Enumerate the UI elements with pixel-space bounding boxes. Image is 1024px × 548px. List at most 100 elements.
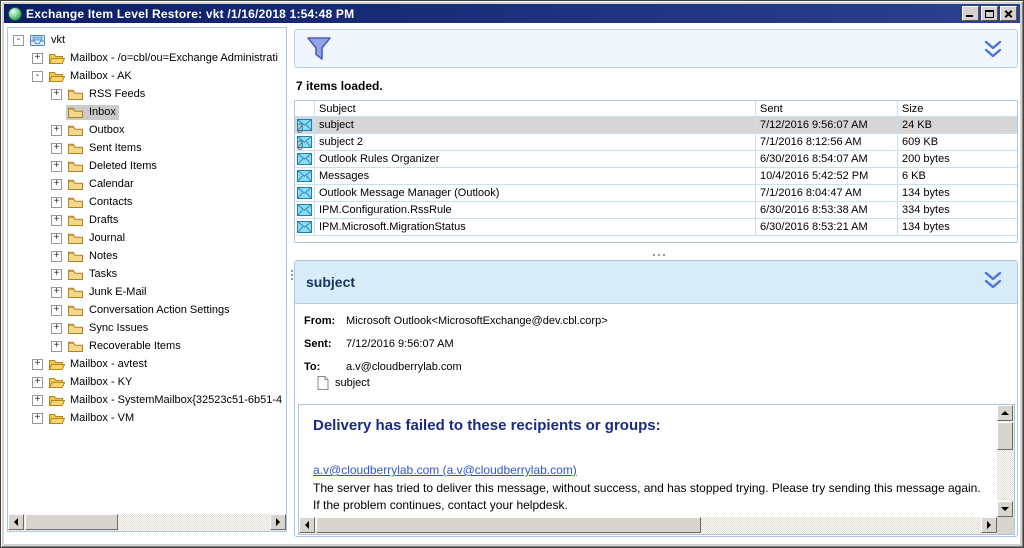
recipient-link[interactable]: a.v@cloudberrylab.com (a.v@cloudberrylab…	[313, 463, 577, 477]
tree-expander[interactable]: +	[51, 89, 62, 100]
attachment-row[interactable]: subject	[317, 376, 1017, 390]
tree-item[interactable]: + RSS Feeds	[8, 85, 286, 103]
close-button[interactable]	[1000, 6, 1017, 21]
item-size[interactable]: 134 bytes	[898, 219, 1017, 235]
tree-item[interactable]: - vkt	[8, 31, 286, 49]
tree-item[interactable]: + Tasks	[8, 265, 286, 283]
tree-expander[interactable]: +	[51, 143, 62, 154]
tree-expander[interactable]: +	[51, 125, 62, 136]
tree-item-label[interactable]: Sync Issues	[88, 322, 148, 334]
tree-item-label[interactable]: Mailbox - AK	[69, 70, 132, 82]
tree-expander[interactable]: +	[51, 161, 62, 172]
item-subject[interactable]: subject 2	[315, 134, 756, 150]
tree-item-label[interactable]: Deleted Items	[88, 160, 157, 172]
tree-item[interactable]: + Outbox	[8, 121, 286, 139]
item-sent[interactable]: 7/1/2016 8:12:56 AM	[756, 134, 898, 150]
tree-item-label[interactable]: Junk E-Mail	[88, 286, 146, 298]
item-sent[interactable]: 6/30/2016 8:54:07 AM	[756, 151, 898, 167]
tree-item-label[interactable]: Contacts	[88, 196, 132, 208]
scroll-up-button[interactable]	[997, 405, 1013, 421]
tree-item[interactable]: + Deleted Items	[8, 157, 286, 175]
item-subject[interactable]: IPM.Configuration.RssRule	[315, 202, 756, 218]
tree-expander[interactable]: +	[51, 197, 62, 208]
tree-expander[interactable]: +	[32, 395, 43, 406]
tree-expander[interactable]: +	[32, 359, 43, 370]
item-size[interactable]: 134 bytes	[898, 185, 1017, 201]
tree-item-label[interactable]: Notes	[88, 250, 118, 262]
tree-item[interactable]: Inbox	[8, 103, 286, 121]
tree-item[interactable]: + Recoverable Items	[8, 337, 286, 355]
tree-item[interactable]: + Mailbox - /o=cbl/ou=Exchange Administr…	[8, 49, 286, 67]
filter-collapse-chevron-icon[interactable]	[981, 39, 1005, 66]
message-vertical-scrollbar[interactable]	[997, 405, 1014, 517]
tree-expander[interactable]: +	[51, 233, 62, 244]
table-row[interactable]: IPM.Configuration.RssRule 6/30/2016 8:53…	[295, 202, 1017, 219]
tree-item[interactable]: - Mailbox - AK	[8, 67, 286, 85]
item-size[interactable]: 334 bytes	[898, 202, 1017, 218]
message-vscroll-thumb[interactable]	[997, 422, 1013, 450]
scroll-left-button[interactable]	[8, 514, 24, 530]
item-sent[interactable]: 7/12/2016 9:56:07 AM	[756, 117, 898, 133]
preview-collapse-chevron-icon[interactable]	[981, 270, 1005, 297]
item-size[interactable]: 200 bytes	[898, 151, 1017, 167]
tree-expander[interactable]: +	[51, 251, 62, 262]
tree-item-label[interactable]: Inbox	[88, 106, 116, 118]
filter-funnel-icon[interactable]	[305, 35, 333, 68]
tree-expander[interactable]: +	[32, 413, 43, 424]
tree-item[interactable]: + Sync Issues	[8, 319, 286, 337]
tree-expander[interactable]: +	[32, 377, 43, 388]
table-row[interactable]: Outlook Rules Organizer 6/30/2016 8:54:0…	[295, 151, 1017, 168]
tree-item[interactable]: + Drafts	[8, 211, 286, 229]
item-sent[interactable]: 7/1/2016 8:04:47 AM	[756, 185, 898, 201]
tree-expander[interactable]: +	[51, 179, 62, 190]
item-size[interactable]: 6 KB	[898, 168, 1017, 184]
table-row[interactable]: Messages 10/4/2016 5:42:52 PM 6 KB	[295, 168, 1017, 185]
tree-item-label[interactable]: Conversation Action Settings	[88, 304, 230, 316]
minimize-button[interactable]	[962, 6, 979, 21]
scroll-right-button[interactable]	[270, 514, 286, 530]
item-sent[interactable]: 6/30/2016 8:53:38 AM	[756, 202, 898, 218]
sent-column-header[interactable]: Sent	[756, 101, 898, 116]
tree-expander[interactable]: +	[51, 269, 62, 280]
tree-item-label[interactable]: Mailbox - SystemMailbox{32523c51-6b51-4	[69, 394, 282, 406]
tree-item-label[interactable]: Journal	[88, 232, 125, 244]
tree-expander[interactable]: +	[51, 215, 62, 226]
tree-item[interactable]: + Contacts	[8, 193, 286, 211]
tree-item-label[interactable]: Recoverable Items	[88, 340, 181, 352]
maximize-button[interactable]	[981, 6, 998, 21]
table-row[interactable]: subject 7/12/2016 9:56:07 AM 24 KB	[295, 117, 1017, 134]
tree-item-label[interactable]: Mailbox - /o=cbl/ou=Exchange Administrat…	[69, 52, 278, 64]
tree-item-label[interactable]: Mailbox - avtest	[69, 358, 147, 370]
table-row[interactable]: subject 2 7/1/2016 8:12:56 AM 609 KB	[295, 134, 1017, 151]
item-size[interactable]: 24 KB	[898, 117, 1017, 133]
size-column-header[interactable]: Size	[898, 101, 1017, 116]
tree-item-label[interactable]: Sent Items	[88, 142, 142, 154]
horizontal-splitter[interactable]	[297, 251, 1021, 258]
message-hscroll-thumb[interactable]	[316, 517, 701, 533]
item-size[interactable]: 609 KB	[898, 134, 1017, 150]
subject-column-header[interactable]: Subject	[315, 101, 756, 116]
item-subject[interactable]: Messages	[315, 168, 756, 184]
tree-expander[interactable]: -	[13, 35, 24, 46]
tree-expander[interactable]: +	[32, 53, 43, 64]
tree-item[interactable]: + Calendar	[8, 175, 286, 193]
tree-item-label[interactable]: Tasks	[88, 268, 117, 280]
item-subject[interactable]: subject	[315, 117, 756, 133]
tree-item[interactable]: + Journal	[8, 229, 286, 247]
tree-item-label[interactable]: RSS Feeds	[88, 88, 145, 100]
item-subject[interactable]: Outlook Message Manager (Outlook)	[315, 185, 756, 201]
tree-hscroll-thumb[interactable]	[25, 514, 118, 530]
table-row[interactable]: IPM.Microsoft.MigrationStatus 6/30/2016 …	[295, 219, 1017, 236]
tree-item[interactable]: + Sent Items	[8, 139, 286, 157]
message-horizontal-scrollbar[interactable]	[299, 517, 997, 534]
tree-item-label[interactable]: vkt	[50, 34, 65, 46]
tree-item-label[interactable]: Mailbox - VM	[69, 412, 134, 424]
tree-item-label[interactable]: Calendar	[88, 178, 134, 190]
tree-item[interactable]: + Mailbox - KY	[8, 373, 286, 391]
tree-item[interactable]: + Junk E-Mail	[8, 283, 286, 301]
attachment-name[interactable]: subject	[335, 377, 370, 389]
item-sent[interactable]: 10/4/2016 5:42:52 PM	[756, 168, 898, 184]
scroll-right-button[interactable]	[981, 517, 997, 533]
tree-item-label[interactable]: Outbox	[88, 124, 124, 136]
tree-expander[interactable]: -	[32, 71, 43, 82]
